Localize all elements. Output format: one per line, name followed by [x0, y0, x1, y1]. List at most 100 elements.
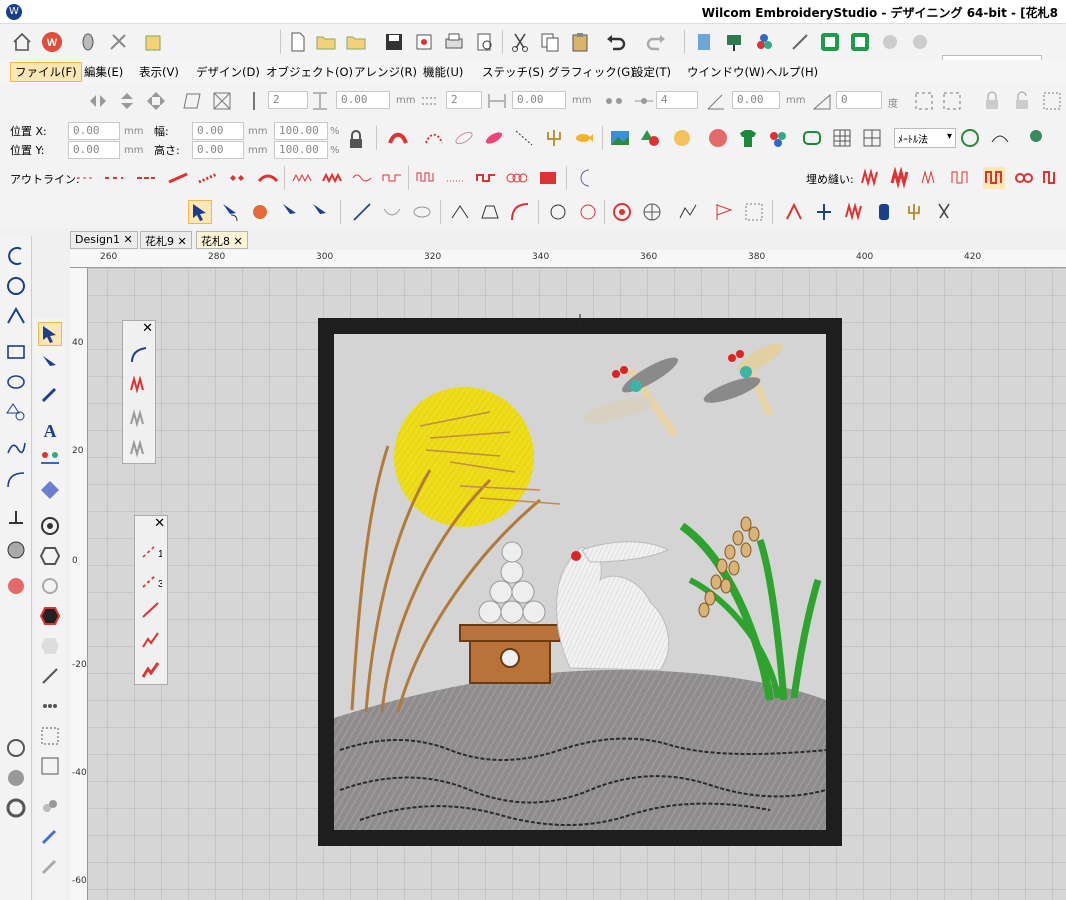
freehand-icon[interactable] [4, 436, 28, 460]
blanket-icon[interactable] [256, 166, 280, 190]
spin-input-3[interactable]: 2 [446, 91, 482, 109]
ring-tool-1-icon[interactable] [4, 736, 28, 760]
e-stitch-icon[interactable] [320, 166, 344, 190]
satin-2-icon[interactable] [196, 166, 220, 190]
menu-settings[interactable]: 設定(T) [632, 64, 671, 80]
height-icon[interactable] [308, 89, 332, 113]
embroidery-design[interactable] [318, 318, 842, 846]
node-edit-icon[interactable] [448, 200, 472, 224]
double-zigzag-icon[interactable] [139, 658, 163, 682]
home-icon[interactable] [10, 30, 34, 54]
ungroup-icon[interactable] [940, 89, 964, 113]
digitize-node-icon[interactable] [4, 304, 28, 328]
undo-icon[interactable] [604, 30, 628, 54]
fill-active-icon[interactable] [982, 166, 1006, 190]
arrow-run-icon[interactable] [139, 598, 163, 622]
picture-icon[interactable] [608, 126, 632, 150]
flower-motif-icon[interactable] [670, 126, 694, 150]
reshape-tool-icon[interactable] [38, 352, 62, 376]
stitch-grey-2-icon[interactable] [127, 437, 151, 461]
proportional-lock-icon[interactable] [344, 128, 368, 152]
run-outline-icon[interactable] [74, 166, 98, 190]
scale-w-input[interactable]: 100.00 [274, 122, 328, 140]
grid-2-icon[interactable] [860, 126, 884, 150]
menu-object[interactable]: オブジェクト(O) [266, 64, 353, 80]
digitize-open-icon[interactable] [4, 244, 28, 268]
zigzag-run-icon[interactable] [139, 628, 163, 652]
leaf-outline-icon[interactable] [452, 126, 476, 150]
pen-grey-icon[interactable] [38, 854, 62, 878]
tab-hanafuda8[interactable]: 花札8 ✕ [196, 231, 248, 249]
crosshair-icon[interactable] [640, 200, 664, 224]
needle-icon[interactable] [38, 664, 62, 688]
open-recent-icon[interactable] [344, 30, 368, 54]
copy-icon[interactable] [538, 30, 562, 54]
curve-tool-icon[interactable] [4, 468, 28, 492]
hoop-tool-icon[interactable] [4, 506, 28, 530]
hexagon-red-icon[interactable] [38, 604, 62, 628]
fork-icon[interactable] [902, 200, 926, 224]
hoop-outline-icon[interactable] [800, 126, 824, 150]
spin-input-1[interactable]: 2 [268, 91, 308, 109]
stitch-grey-icon[interactable] [127, 407, 151, 431]
triple-run-icon[interactable] [102, 166, 126, 190]
measure-icon[interactable] [958, 126, 982, 150]
move-select-icon[interactable] [742, 200, 766, 224]
menu-help[interactable]: ヘルプ(H) [766, 64, 818, 80]
loops-icon[interactable] [504, 166, 528, 190]
run-dots-icon[interactable] [512, 126, 536, 150]
cut-icon[interactable] [508, 30, 532, 54]
hoop-disabled-icon-1[interactable] [878, 30, 902, 54]
monogram-icon[interactable] [782, 200, 806, 224]
pen-tool-icon[interactable] [38, 382, 62, 406]
width-input[interactable]: 0.00 [192, 122, 244, 140]
menu-arrange[interactable]: アレンジ(R) [354, 64, 417, 80]
run-3-icon[interactable]: 3 [139, 568, 163, 592]
polyline-icon[interactable] [676, 200, 700, 224]
ring-tool-3-icon[interactable] [4, 796, 28, 820]
hoop-icon-1[interactable] [818, 30, 842, 54]
pages-icon[interactable] [142, 30, 166, 54]
menu-edit[interactable]: 編集(E) [84, 64, 123, 80]
stitch-edit-icon[interactable] [127, 373, 151, 397]
slant-icon[interactable] [810, 89, 834, 113]
fill-tatami-icon[interactable] [888, 166, 912, 190]
knife-icon[interactable] [248, 200, 272, 224]
wave-icon[interactable] [350, 166, 374, 190]
rectangle-icon[interactable] [4, 340, 28, 364]
shapes-tool-icon[interactable] [4, 400, 28, 424]
fill-step-icon[interactable] [918, 166, 942, 190]
design-canvas[interactable] [70, 250, 1066, 900]
menu-graphic[interactable]: グラフィック(G) [548, 64, 635, 80]
arc-icon[interactable] [988, 126, 1012, 150]
trident-icon[interactable] [542, 126, 566, 150]
hexagon-grey-icon[interactable] [38, 634, 62, 658]
hoop-icon-2[interactable] [848, 30, 872, 54]
open-folder-icon[interactable] [314, 30, 338, 54]
ring-tool-icon[interactable] [410, 200, 434, 224]
target-icon[interactable] [610, 200, 634, 224]
monogram-tool-icon[interactable] [38, 478, 62, 502]
satin-outline-icon[interactable] [166, 166, 190, 190]
fill-pattern-icon[interactable] [948, 166, 972, 190]
stitch-angle-icon[interactable] [812, 200, 836, 224]
scale-h-input[interactable]: 100.00 [274, 141, 328, 159]
crenelate-icon[interactable] [474, 166, 498, 190]
tree-icon[interactable] [1024, 126, 1048, 150]
hoop-disabled-icon-2[interactable] [908, 30, 932, 54]
star-select-icon[interactable] [278, 200, 302, 224]
bead-icon[interactable] [226, 166, 250, 190]
print-preview-icon[interactable] [472, 30, 496, 54]
sew-sequence-icon[interactable] [722, 30, 746, 54]
stemstitch-icon[interactable] [444, 166, 468, 190]
close-icon[interactable]: ✕ [123, 233, 132, 246]
spin-input-7[interactable]: 0 [836, 91, 882, 109]
close-icon[interactable]: ✕ [234, 235, 243, 248]
distribute-icon[interactable] [602, 89, 626, 113]
fill-satin-icon[interactable] [858, 166, 882, 190]
tatami-icon[interactable] [422, 126, 446, 150]
paste-icon[interactable] [568, 30, 592, 54]
pattern-red-icon[interactable] [482, 126, 506, 150]
menu-stitch[interactable]: ステッチ(S) [482, 64, 544, 80]
shapes-icon[interactable] [638, 126, 662, 150]
